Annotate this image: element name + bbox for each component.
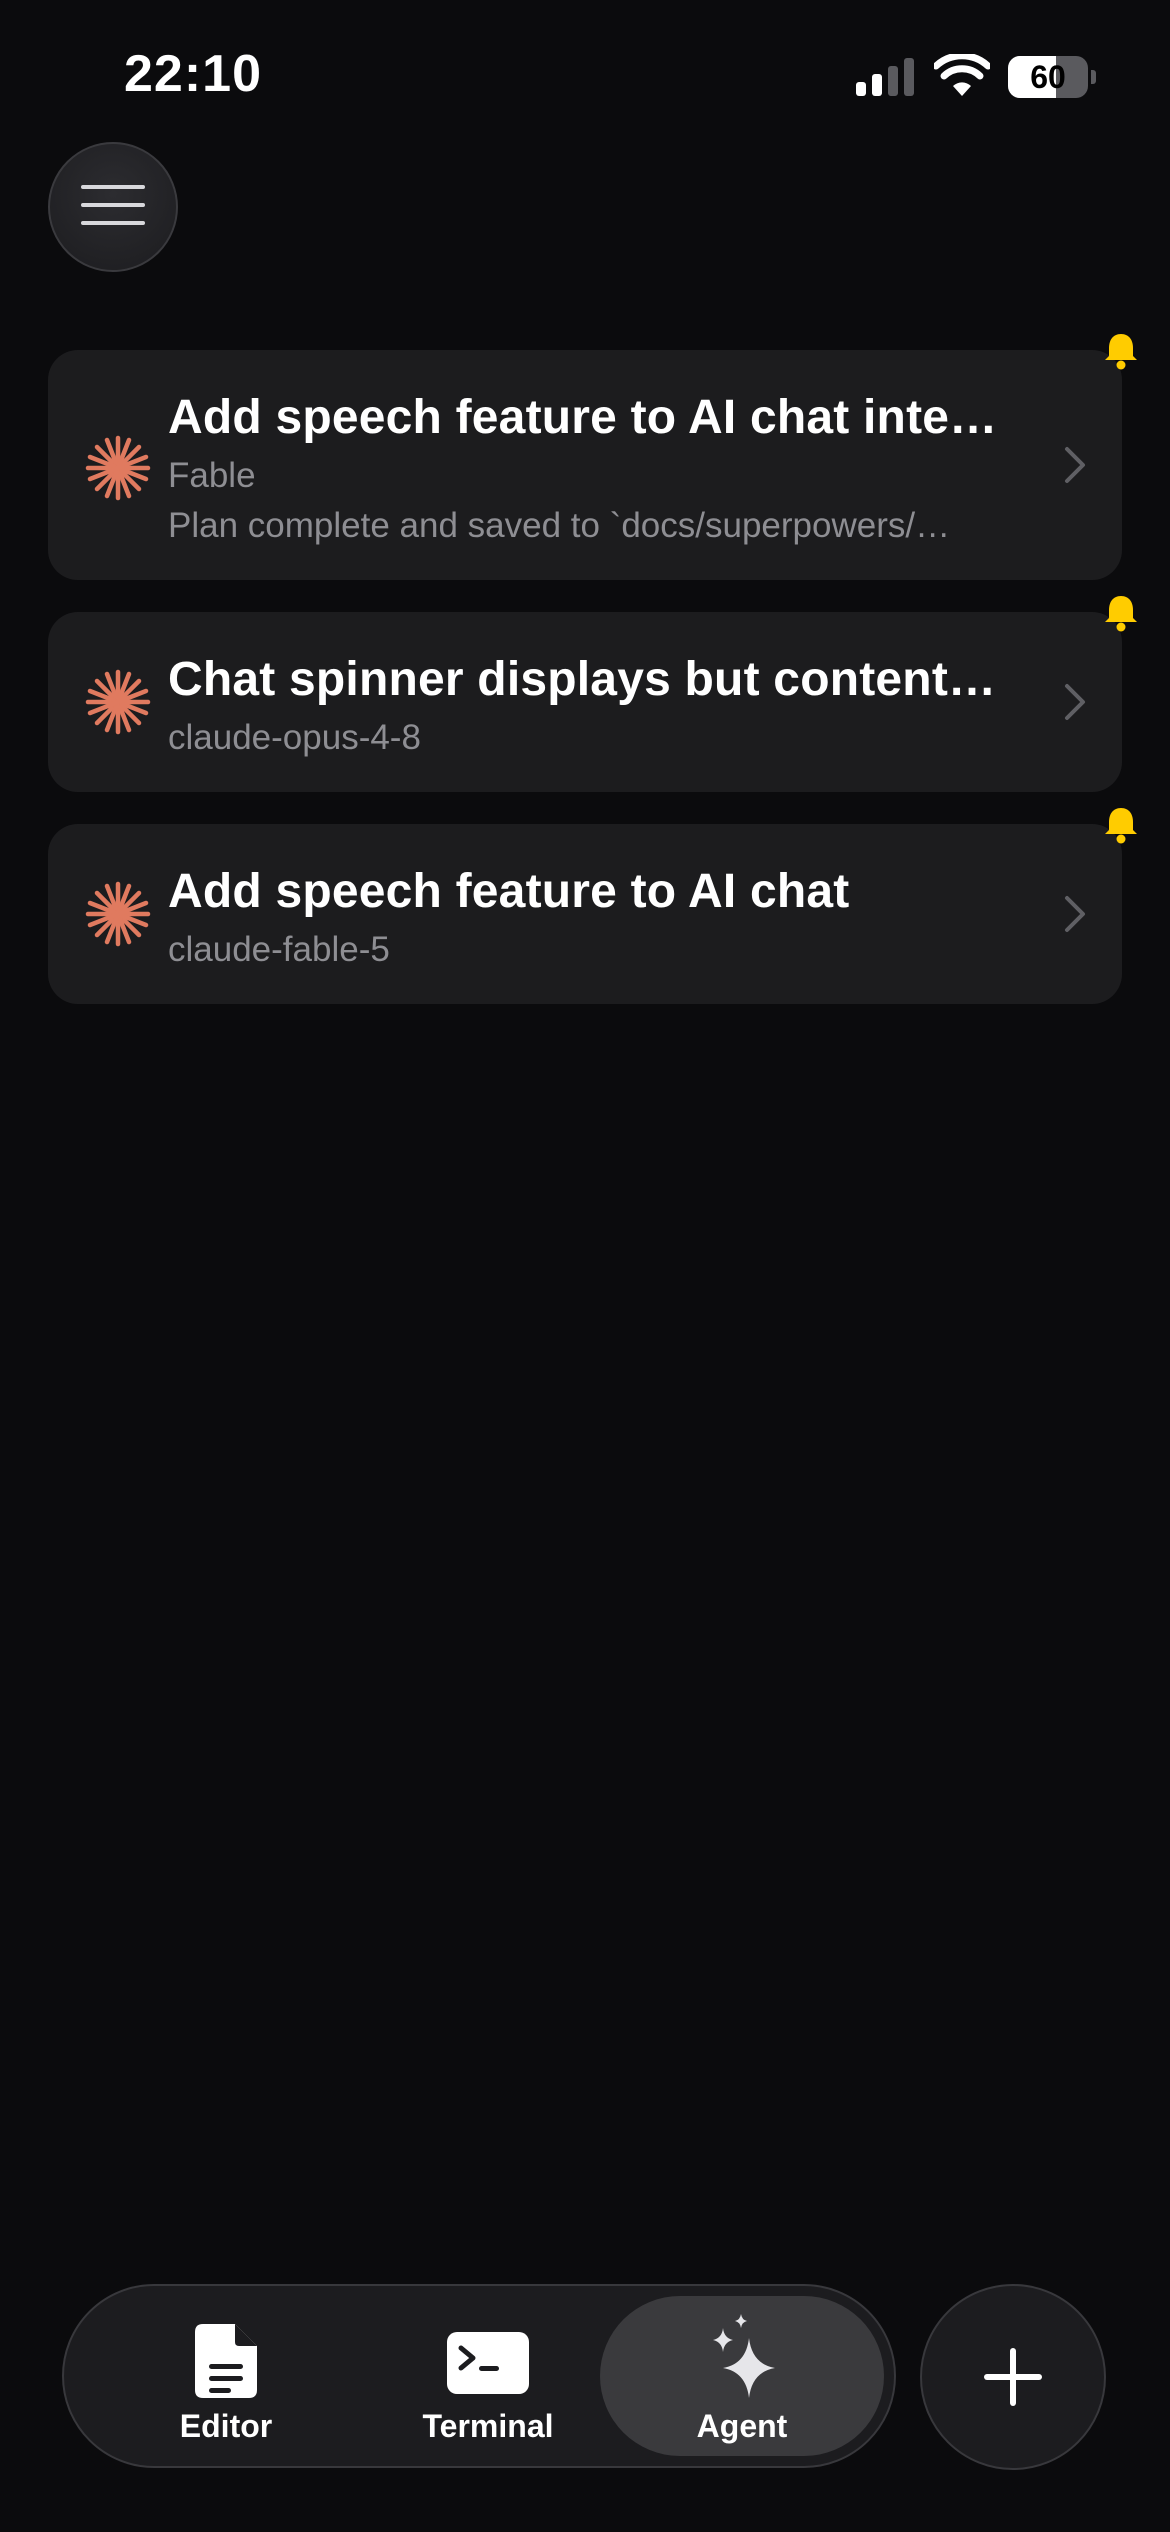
task-item[interactable]: Add speech feature to AI chat inte… Fabl… [48,350,1122,580]
terminal-icon [447,2332,529,2394]
chevron-right-icon [1065,684,1085,720]
sparkles-icon [713,2314,775,2398]
claude-sparkle-icon [85,435,151,501]
tab-editor[interactable]: Editor [84,2296,368,2456]
plus-icon [984,2348,1042,2406]
task-title: Chat spinner displays but content… [168,653,997,706]
task-item[interactable]: Chat spinner displays but content… claud… [48,612,1122,792]
wifi-icon [934,54,990,96]
notification-bell-icon [1105,596,1137,632]
tab-label: Editor [179,2408,273,2444]
tab-label: Agent [696,2408,788,2444]
claude-sparkle-icon [85,881,151,947]
task-preview: Plan complete and saved to `docs/superpo… [168,506,951,545]
document-icon [195,2324,257,2398]
chevron-right-icon [1065,896,1085,932]
task-model: claude-fable-5 [168,930,390,969]
claude-sparkle-icon [85,669,151,735]
menu-button[interactable] [48,142,178,272]
task-model: Fable [168,456,256,495]
task-item[interactable]: Add speech feature to AI chat claude-fab… [48,824,1122,1004]
add-session-button[interactable] [920,2284,1106,2470]
task-title: Add speech feature to AI chat inte… [168,391,998,444]
chevron-right-icon [1065,447,1085,483]
status-time: 22:10 [124,45,262,103]
agent-screen: 22:10 60 Add speech feature to AI chat i… [0,0,1170,2532]
battery-level: 60 [1030,59,1066,95]
tab-terminal[interactable]: Terminal [346,2296,630,2456]
cellular-signal-icon [856,58,914,96]
battery-indicator: 60 [1008,56,1096,98]
tab-bar: Editor Terminal Agent [62,2284,896,2468]
hamburger-menu-icon [81,185,145,225]
notification-bell-icon [1105,334,1137,370]
notification-bell-icon [1105,808,1137,844]
tab-agent[interactable]: Agent [600,2296,884,2456]
tab-label: Terminal [422,2408,554,2444]
task-title: Add speech feature to AI chat [168,865,850,918]
task-model: claude-opus-4-8 [168,718,421,757]
